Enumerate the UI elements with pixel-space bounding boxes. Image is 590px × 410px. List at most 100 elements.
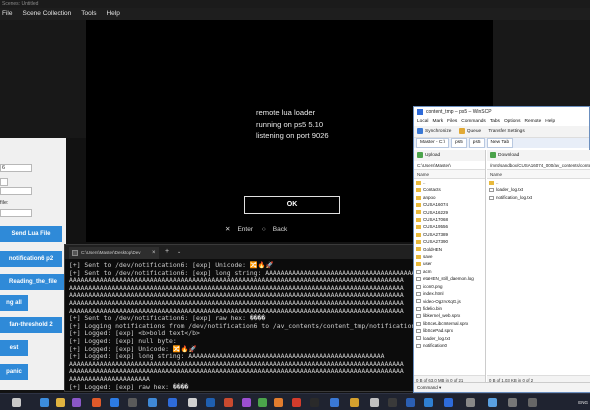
firefox-icon[interactable]: [274, 398, 283, 407]
list-item[interactable]: notification_log.txt: [489, 194, 590, 201]
command-bar[interactable]: Command ▾: [414, 382, 590, 392]
winscp-menu-item[interactable]: Mark: [432, 119, 443, 124]
menu-scene-collection[interactable]: Scene Collection: [22, 10, 71, 17]
app-icon-9[interactable]: [242, 398, 251, 407]
list-item[interactable]: Contacts: [416, 186, 485, 193]
chrome-icon[interactable]: [258, 398, 267, 407]
list-item[interactable]: loader_log.txt: [489, 186, 590, 193]
tab-ps5-b[interactable]: ps5: [468, 138, 485, 148]
list-item[interactable]: libScePad.sprx: [416, 327, 485, 334]
port-field[interactable]: [0, 178, 8, 186]
path-field[interactable]: [0, 187, 32, 195]
fan-threshold-button[interactable]: fan-threshold 2: [0, 317, 62, 333]
file-explorer-icon[interactable]: [56, 398, 65, 407]
tab-ps5-a[interactable]: ps5: [451, 138, 467, 148]
winscp-menu-item[interactable]: Help: [545, 119, 555, 124]
tab-master[interactable]: Master - C:\: [416, 138, 450, 148]
vscode-icon[interactable]: [424, 398, 433, 407]
list-item[interactable]: loader_log.txt: [416, 335, 485, 342]
app-icon-17[interactable]: [508, 398, 517, 407]
list-item[interactable]: etaHEN_still_daemon.log: [416, 275, 485, 282]
list-item[interactable]: user: [416, 260, 485, 267]
send-lua-file-button[interactable]: Send Lua File: [0, 226, 62, 242]
reading-file-button[interactable]: Reading_the_file: [0, 274, 66, 290]
test-button[interactable]: est: [0, 340, 28, 356]
app-icon-3[interactable]: [110, 398, 119, 407]
obs-icon[interactable]: [310, 398, 319, 407]
app-icon-10[interactable]: [292, 398, 301, 407]
menu-help[interactable]: Help: [106, 10, 119, 17]
list-item[interactable]: CUSA16074: [416, 201, 485, 208]
menu-file[interactable]: File: [2, 10, 12, 17]
remote-name-column[interactable]: Name: [487, 170, 590, 179]
app-icon-8[interactable]: [224, 398, 233, 407]
list-item[interactable]: save: [416, 253, 485, 260]
list-item[interactable]: CUSA16229: [416, 209, 485, 216]
list-item[interactable]: CUSA27389: [416, 231, 485, 238]
list-item[interactable]: libSceLibcInternal.sprx: [416, 320, 485, 327]
list-item[interactable]: ..: [489, 179, 590, 186]
winscp-taskbar-icon[interactable]: [444, 398, 453, 407]
app-icon-4[interactable]: [128, 398, 137, 407]
list-item[interactable]: index.html: [416, 290, 485, 297]
terminal-taskbar-icon[interactable]: [388, 398, 397, 407]
queue-button[interactable]: Queue: [458, 127, 481, 134]
list-item[interactable]: acm: [416, 268, 485, 275]
app-icon-13[interactable]: [370, 398, 379, 407]
winscp-menu-item[interactable]: Tabs: [490, 119, 500, 124]
new-tab-icon[interactable]: +: [165, 245, 169, 259]
list-item[interactable]: libkernel_web.sprx: [416, 312, 485, 319]
list-item[interactable]: CUSA27390: [416, 238, 485, 245]
list-item[interactable]: GoldHEN: [416, 246, 485, 253]
list-item[interactable]: anpoo: [416, 194, 485, 201]
app-icon-11[interactable]: [330, 398, 339, 407]
file-icon: [416, 306, 421, 311]
winscp-menu-item[interactable]: Options: [504, 119, 521, 124]
ng-all-button[interactable]: ng all: [0, 295, 28, 311]
tab-new[interactable]: New Tab: [486, 138, 514, 148]
list-item[interactable]: icon0.png: [416, 283, 485, 290]
upload-button[interactable]: Upload: [414, 150, 485, 161]
loader-message: remote lua loader running on ps5 5.10 li…: [256, 107, 329, 142]
app-icon-2[interactable]: [92, 398, 101, 407]
app-icon-7[interactable]: [188, 398, 197, 407]
winscp-menu-item[interactable]: Files: [447, 119, 457, 124]
winscp-menu-item[interactable]: Remote: [525, 119, 542, 124]
panic-button[interactable]: panic: [0, 364, 28, 380]
download-button[interactable]: Download: [487, 150, 590, 161]
local-path[interactable]: C:\Users\Master\: [414, 161, 485, 170]
list-item[interactable]: fidelio.bin: [416, 305, 485, 312]
file-field[interactable]: [0, 209, 32, 217]
photoshop-icon[interactable]: [206, 398, 215, 407]
terminal-output[interactable]: [+] Sent to /dev/notification6: [exp] Un…: [65, 259, 415, 394]
app-icon-14[interactable]: [406, 398, 415, 407]
chevron-down-icon[interactable]: ⌄: [177, 245, 181, 259]
winscp-menu-item[interactable]: Local: [417, 119, 428, 124]
app-icon-18[interactable]: [528, 398, 537, 407]
app-icon-15[interactable]: [466, 398, 475, 407]
list-item[interactable]: video-OgzrvXqG.js: [416, 298, 485, 305]
widgets-icon[interactable]: [12, 398, 21, 407]
list-item[interactable]: notification0: [416, 342, 485, 349]
ok-button[interactable]: OK: [244, 196, 340, 214]
local-name-column[interactable]: Name: [414, 170, 485, 179]
list-item[interactable]: ..: [416, 179, 485, 186]
terminal-tab[interactable]: C:\Users\Master\Desktop\Dev ×: [69, 247, 159, 259]
list-item[interactable]: CUSA19556: [416, 223, 485, 230]
app-icon-5[interactable]: [148, 398, 157, 407]
app-icon-1[interactable]: [72, 398, 81, 407]
synchronize-button[interactable]: Synchronize: [417, 127, 451, 134]
app-icon-6[interactable]: [168, 398, 177, 407]
ip-field[interactable]: 6: [0, 164, 32, 172]
app-icon-12[interactable]: [350, 398, 359, 407]
start-icon[interactable]: [40, 398, 49, 407]
system-tray-language[interactable]: ENG: [578, 394, 588, 410]
winscp-menu-item[interactable]: Commands: [461, 119, 486, 124]
close-tab-icon[interactable]: ×: [152, 247, 156, 259]
notification-button[interactable]: notification6 p2: [0, 251, 62, 267]
app-icon-16[interactable]: [488, 398, 497, 407]
list-item[interactable]: CUSA17068: [416, 216, 485, 223]
transfer-settings-button[interactable]: Transfer Settings: [488, 129, 524, 134]
menu-tools[interactable]: Tools: [81, 10, 96, 17]
remote-path[interactable]: /mnt/sandbox/CUSA16074_000/av_contents/c…: [487, 161, 590, 170]
